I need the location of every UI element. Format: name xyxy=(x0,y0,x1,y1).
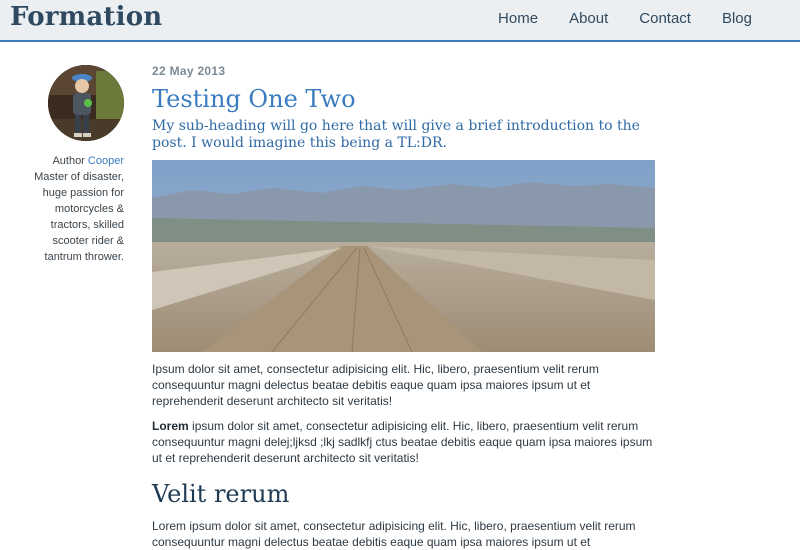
post-paragraph-2-text: ipsum dolor sit amet, consectetur adipis… xyxy=(152,419,653,465)
site-header: Formation Home About Contact Blog xyxy=(0,0,800,42)
avatar-photo-image xyxy=(48,65,124,141)
author-name-link[interactable]: Cooper xyxy=(88,155,124,167)
nav-link-contact[interactable]: Contact xyxy=(639,10,691,27)
post-subheading: My sub-heading will go here that will gi… xyxy=(152,118,640,151)
nav-link-home[interactable]: Home xyxy=(498,10,538,27)
main-nav: Home About Contact Blog xyxy=(498,10,752,27)
section-heading: Velit rerum xyxy=(152,480,290,508)
post-paragraph-1: Ipsum dolor sit amet, consectetur adipis… xyxy=(152,362,599,408)
author-sidebar: Author Cooper Master of disaster, huge p… xyxy=(24,65,124,265)
brand-logo-link[interactable]: Formation xyxy=(10,2,162,32)
author-line: Author Cooper xyxy=(24,153,124,169)
author-bio-block: Author Cooper Master of disaster, huge p… xyxy=(24,153,124,265)
post-paragraph-2: Lorem ipsum dolor sit amet, consectetur … xyxy=(152,418,655,466)
author-avatar xyxy=(48,65,124,141)
post-date: 22 May 2013 xyxy=(152,64,226,78)
post-paragraph-3: Lorem ipsum dolor sit amet, consectetur … xyxy=(152,519,636,549)
nav-link-about[interactable]: About xyxy=(569,10,608,27)
nav-link-blog[interactable]: Blog xyxy=(722,10,752,27)
author-bio-text: Master of disaster, huge passion for mot… xyxy=(34,171,124,263)
post-article: 22 May 2013 Testing One Two My sub-headi… xyxy=(152,64,655,550)
post-paragraph-2-bold: Lorem xyxy=(152,419,189,433)
hero-landscape-image xyxy=(152,160,655,352)
author-prefix: Author xyxy=(52,155,85,167)
post-title: Testing One Two xyxy=(152,85,356,113)
